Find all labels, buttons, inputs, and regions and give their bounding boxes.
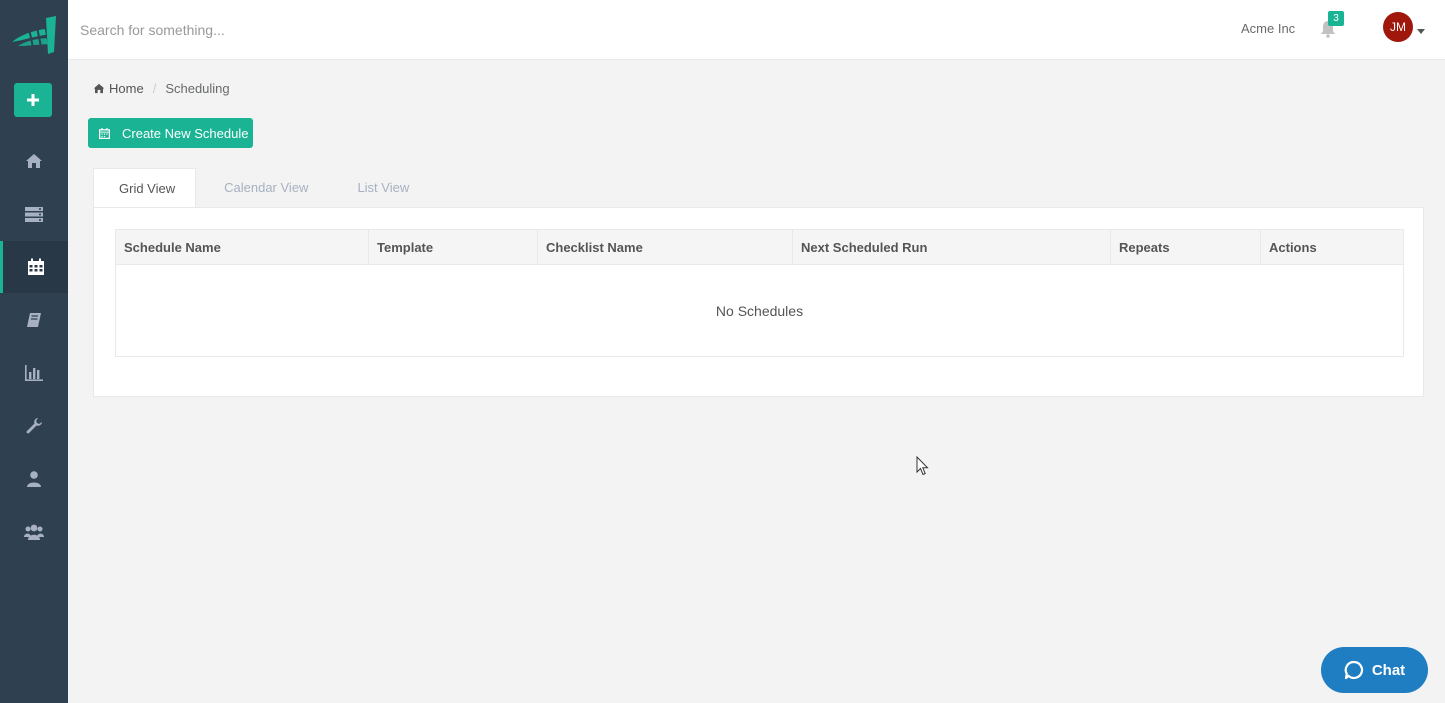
sidebar-item-book[interactable] [0, 294, 68, 346]
sidebar-item-tools[interactable] [0, 400, 68, 452]
top-navbar: Acme Inc 3 JM [68, 0, 1445, 60]
column-header-checklist-name[interactable]: Checklist Name [537, 229, 793, 265]
sidebar-item-data[interactable] [0, 188, 68, 240]
book-icon [27, 313, 41, 327]
breadcrumb-home-label: Home [109, 81, 144, 96]
users-icon [24, 524, 44, 540]
sidebar-item-scheduling[interactable] [0, 241, 68, 293]
create-new-schedule-label: Create New Schedule [122, 125, 249, 141]
view-tabs: Grid View Calendar View List View [93, 168, 429, 208]
user-icon [27, 471, 41, 487]
column-header-schedule-name[interactable]: Schedule Name [115, 229, 369, 265]
notification-badge[interactable]: 3 [1328, 11, 1344, 26]
breadcrumb: Home / Scheduling [93, 81, 230, 96]
chat-label: Chat [1371, 661, 1406, 679]
add-button[interactable] [14, 83, 52, 117]
company-name[interactable]: Acme Inc [1241, 21, 1295, 36]
column-header-repeats[interactable]: Repeats [1110, 229, 1261, 265]
calendar-icon [99, 127, 110, 139]
breadcrumb-current: Scheduling [165, 81, 230, 96]
chat-bubble-icon [1344, 660, 1363, 680]
create-new-schedule-button[interactable]: Create New Schedule [88, 118, 253, 148]
bar-chart-icon [25, 365, 43, 381]
chevron-down-icon[interactable] [1417, 29, 1425, 34]
table-row: No Schedules [115, 264, 1404, 357]
chat-button[interactable]: Chat [1321, 647, 1428, 693]
column-header-next-scheduled-run[interactable]: Next Scheduled Run [792, 229, 1111, 265]
empty-table-message: No Schedules [115, 264, 1404, 357]
tab-calendar-view[interactable]: Calendar View [196, 168, 332, 208]
mouse-cursor-icon [916, 456, 929, 476]
wrench-icon [26, 417, 42, 433]
calendar-icon [27, 258, 44, 275]
schedules-table: Schedule Name Template Checklist Name Ne… [115, 229, 1404, 357]
home-icon [93, 83, 105, 94]
breadcrumb-separator: / [152, 81, 157, 96]
plus-icon [27, 94, 39, 106]
column-header-template[interactable]: Template [368, 229, 538, 265]
search-input[interactable] [80, 18, 580, 42]
sidebar-item-users[interactable] [0, 506, 68, 558]
app-logo[interactable] [8, 12, 60, 58]
avatar[interactable]: JM [1383, 12, 1413, 42]
sidebar-item-user[interactable] [0, 453, 68, 505]
column-header-actions: Actions [1260, 229, 1404, 265]
breadcrumb-home[interactable]: Home [93, 81, 144, 96]
sidebar-item-reports[interactable] [0, 347, 68, 399]
tab-list-view[interactable]: List View [332, 168, 429, 208]
sidebar [0, 0, 68, 703]
table-header-row: Schedule Name Template Checklist Name Ne… [115, 229, 1404, 265]
server-icon [25, 207, 43, 222]
home-icon [26, 154, 42, 168]
sidebar-item-home[interactable] [0, 135, 68, 187]
grid-view-panel: Schedule Name Template Checklist Name Ne… [93, 207, 1424, 397]
tab-grid-view[interactable]: Grid View [93, 168, 197, 208]
logo-icon [12, 16, 56, 54]
